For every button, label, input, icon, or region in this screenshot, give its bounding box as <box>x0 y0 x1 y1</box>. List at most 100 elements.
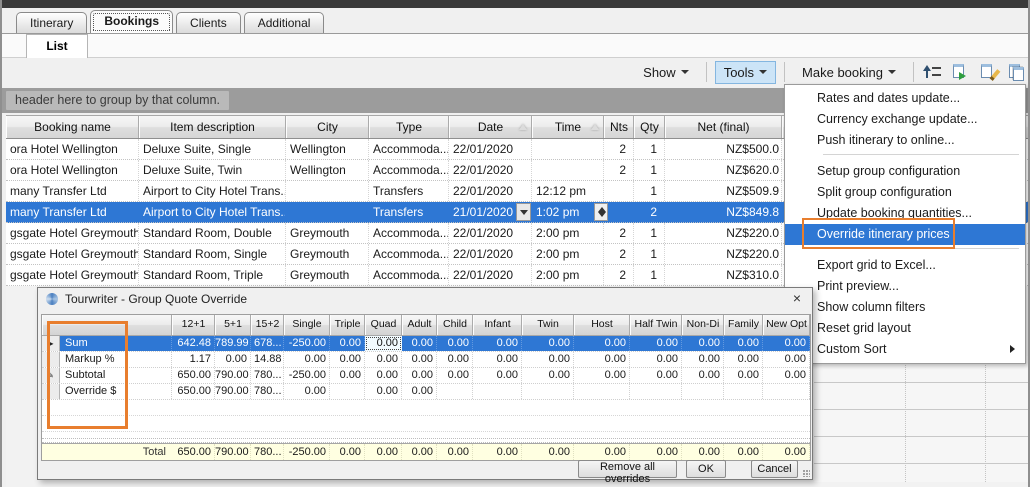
dialog-cell[interactable]: 678... <box>251 336 284 351</box>
dialog-row[interactable]: Markup % 1.170.0014.880.000.000.000.000.… <box>42 352 810 368</box>
menu-item[interactable] <box>785 154 1025 161</box>
dialog-cell[interactable]: 0.00 <box>574 336 630 351</box>
dialog-cell[interactable]: 0.00 <box>473 368 522 383</box>
dialog-cell[interactable]: 0.00 <box>473 352 522 367</box>
date-dropdown-icon[interactable] <box>516 203 531 221</box>
copy-icon[interactable] <box>1006 63 1026 81</box>
dialog-cell[interactable]: 0.00 <box>215 352 251 367</box>
dialog-cell[interactable] <box>330 384 365 399</box>
dialog-row[interactable]: Override $ 650.00790.00780...0.000.000.0… <box>42 384 810 400</box>
tab-list[interactable]: List <box>26 34 88 58</box>
dialog-cell[interactable]: 0.00 <box>763 336 810 351</box>
dialog-cell[interactable]: 790.00 <box>215 384 251 399</box>
dialog-column-header[interactable]: Twin <box>522 315 574 335</box>
menu-item[interactable]: Custom Sort <box>785 339 1025 360</box>
dialog-cell[interactable]: -250.00 <box>284 368 330 383</box>
remove-all-overrides-button[interactable]: Remove all overrides <box>578 460 677 478</box>
column-header[interactable]: Item description <box>139 116 286 138</box>
dialog-column-header[interactable]: Single <box>284 315 330 335</box>
dialog-column-header[interactable]: Family <box>724 315 763 335</box>
dialog-column-header[interactable]: 5+1 <box>215 315 251 335</box>
tab[interactable]: Additional <box>244 12 325 34</box>
column-header[interactable]: Date <box>449 116 532 138</box>
dialog-cell[interactable]: 0.00 <box>724 368 763 383</box>
dialog-cell[interactable]: -250.00 <box>284 336 330 351</box>
dialog-cell[interactable] <box>763 384 810 399</box>
dialog-cell[interactable]: 0.00 <box>365 384 402 399</box>
dialog-cell[interactable] <box>437 384 473 399</box>
dialog-cell[interactable]: 0.00 <box>682 336 724 351</box>
dialog-cell[interactable]: 0.00 <box>402 352 437 367</box>
dialog-column-header[interactable]: Triple <box>330 315 365 335</box>
dialog-cell[interactable]: 0.00 <box>574 368 630 383</box>
dialog-cell[interactable]: 650.00 <box>172 368 215 383</box>
dialog-cell[interactable] <box>630 384 682 399</box>
dialog-cell[interactable]: 0.00 <box>473 336 522 351</box>
dialog-cell[interactable]: 0.00 <box>724 336 763 351</box>
ok-button[interactable]: OK <box>686 460 726 478</box>
dialog-row[interactable]: ▶ Sum 642.48789.99678...-250.000.000.000… <box>42 336 810 352</box>
menu-item[interactable]: Push itinerary to online... <box>785 130 1025 151</box>
column-header[interactable]: City <box>286 116 369 138</box>
dialog-cell[interactable]: 0.00 <box>365 368 402 383</box>
dialog-cell[interactable]: 780... <box>251 384 284 399</box>
tools-button[interactable]: Tools <box>715 61 776 84</box>
tab[interactable]: Clients <box>176 12 241 34</box>
menu-item[interactable]: Rates and dates update... <box>785 88 1025 109</box>
dialog-cell[interactable]: 0.00 <box>437 368 473 383</box>
dialog-cell[interactable]: 0.00 <box>522 368 574 383</box>
dialog-cell[interactable] <box>473 384 522 399</box>
dialog-cell[interactable] <box>682 384 724 399</box>
tab[interactable]: Itinerary <box>16 12 87 34</box>
dialog-cell[interactable]: 0.00 <box>522 352 574 367</box>
edit-file-icon[interactable] <box>978 63 998 81</box>
dialog-cell[interactable]: 1.17 <box>172 352 215 367</box>
column-header[interactable]: Net (final) <box>665 116 782 138</box>
dialog-cell[interactable]: 0.00 <box>574 352 630 367</box>
dialog-cell[interactable]: 0.00 <box>763 368 810 383</box>
dialog-cell[interactable] <box>522 384 574 399</box>
menu-item[interactable]: Reset grid layout <box>785 318 1025 339</box>
dialog-row[interactable]: ✎ Subtotal 650.00790.00780...-250.000.00… <box>42 368 810 384</box>
dialog-cell[interactable]: 642.48 <box>172 336 215 351</box>
resize-grip[interactable] <box>803 470 810 477</box>
dialog-column-header[interactable]: Host <box>574 315 630 335</box>
dialog-cell[interactable]: 0.00 <box>437 336 473 351</box>
dialog-cell[interactable] <box>574 384 630 399</box>
dialog-cell[interactable] <box>724 384 763 399</box>
dialog-column-header[interactable]: 15+2 <box>251 315 284 335</box>
dialog-cell[interactable]: 0.00 <box>682 352 724 367</box>
show-button[interactable]: Show <box>634 61 698 84</box>
cancel-button[interactable]: Cancel <box>751 460 798 478</box>
dialog-cell[interactable]: 0.00 <box>330 336 365 351</box>
menu-item[interactable]: Print preview... <box>785 276 1025 297</box>
dialog-cell[interactable]: 0.00 <box>402 336 437 351</box>
menu-item[interactable]: Setup group configuration <box>785 161 1025 182</box>
dialog-column-header[interactable]: 12+1 <box>172 315 215 335</box>
dialog-cell[interactable]: 0.00 <box>522 336 574 351</box>
column-header[interactable]: Time <box>532 116 604 138</box>
menu-item[interactable]: Show column filters <box>785 297 1025 318</box>
dialog-cell[interactable]: 0.00 <box>402 368 437 383</box>
dialog-cell[interactable]: 0.00 <box>724 352 763 367</box>
menu-item[interactable]: Split group configuration <box>785 182 1025 203</box>
time-spinner[interactable] <box>594 203 608 221</box>
dialog-column-header[interactable]: Child <box>437 315 473 335</box>
menu-item[interactable] <box>785 248 1025 255</box>
make-booking-button[interactable]: Make booking <box>793 61 905 84</box>
close-icon[interactable]: × <box>788 290 806 307</box>
dialog-column-header[interactable]: Non-Di <box>682 315 724 335</box>
dialog-cell[interactable]: 0.00 <box>682 368 724 383</box>
column-header[interactable]: Qty <box>634 116 665 138</box>
dialog-cell[interactable]: 790.00 <box>215 368 251 383</box>
column-header[interactable]: Nts <box>604 116 634 138</box>
menu-item[interactable]: Currency exchange update... <box>785 109 1025 130</box>
dialog-column-header[interactable]: Adult <box>402 315 437 335</box>
dialog-cell[interactable]: 0.00 <box>365 336 402 351</box>
menu-item[interactable]: Export grid to Excel... <box>785 255 1025 276</box>
column-header[interactable]: Booking name <box>6 116 139 138</box>
dialog-cell[interactable]: 0.00 <box>330 368 365 383</box>
dialog-cell[interactable]: 0.00 <box>630 352 682 367</box>
dialog-cell[interactable]: 789.99 <box>215 336 251 351</box>
dialog-cell[interactable]: 650.00 <box>172 384 215 399</box>
